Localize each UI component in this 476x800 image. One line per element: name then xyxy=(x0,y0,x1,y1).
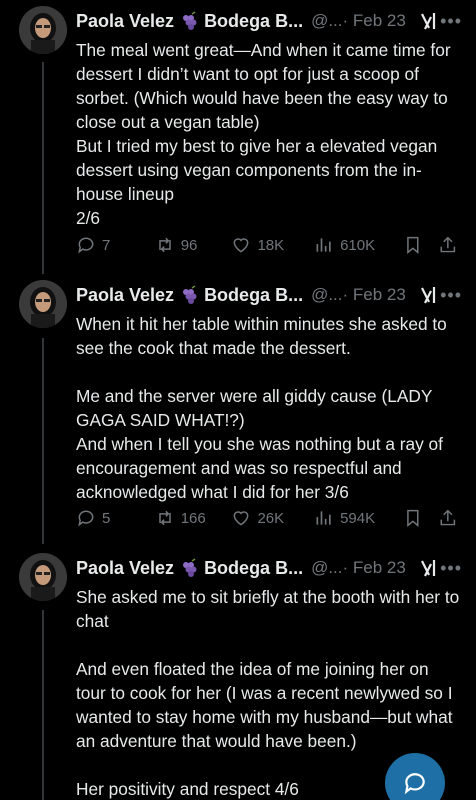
views-button[interactable]: 610K xyxy=(314,235,399,255)
like-count: 26K xyxy=(257,509,285,527)
repost-icon xyxy=(158,237,171,253)
post-date[interactable]: · Feb 23 xyxy=(343,11,406,31)
more-options-icon[interactable]: ••• xyxy=(440,11,462,32)
avatar[interactable] xyxy=(19,553,67,601)
affiliation-name[interactable]: Bodega B... xyxy=(204,558,303,579)
repost-count: 166 xyxy=(180,509,206,527)
display-name[interactable]: Paola Velez xyxy=(76,558,174,579)
post-date[interactable]: · Feb 23 xyxy=(343,285,406,305)
grok-icon[interactable] xyxy=(420,558,438,578)
like-count: 18K xyxy=(257,236,285,254)
more-options-icon[interactable]: ••• xyxy=(440,558,462,579)
grape-icon xyxy=(183,285,197,304)
affiliation-name[interactable]: Bodega B... xyxy=(204,11,303,32)
reply-count: 5 xyxy=(102,509,111,527)
avatar[interactable] xyxy=(19,280,67,328)
view-count: 594K xyxy=(340,509,376,527)
tweet-text: When it hit her table within minutes she… xyxy=(76,314,447,502)
share-icon[interactable] xyxy=(438,235,458,255)
bookmark-icon[interactable] xyxy=(403,508,423,528)
like-button[interactable]: 26K xyxy=(231,508,314,528)
grok-icon[interactable] xyxy=(420,11,438,31)
repost-button[interactable]: 166 xyxy=(155,508,232,528)
repost-count: 96 xyxy=(180,236,198,254)
grape-icon xyxy=(183,11,197,30)
reply-button[interactable]: 5 xyxy=(76,508,155,528)
view-count: 610K xyxy=(340,236,376,254)
views-icon xyxy=(316,511,331,525)
affiliation-name[interactable]: Bodega B... xyxy=(204,285,303,306)
share-icon[interactable] xyxy=(438,508,458,528)
bookmark-icon[interactable] xyxy=(403,235,423,255)
more-options-icon[interactable]: ••• xyxy=(440,285,462,306)
grape-icon xyxy=(183,558,197,577)
reply-icon xyxy=(78,510,94,527)
tweet[interactable]: Paola Velez Bodega B... @... · Feb 23 ••… xyxy=(0,6,476,264)
reply-icon xyxy=(78,237,94,254)
heart-icon xyxy=(234,511,249,526)
action-bar: 7 96 18K 610K xyxy=(76,233,458,257)
user-handle[interactable]: @... xyxy=(311,11,342,31)
post-date[interactable]: · Feb 23 xyxy=(343,558,406,578)
reply-button[interactable]: 7 xyxy=(76,235,155,255)
tweet-text: The meal went great—And when it came tim… xyxy=(76,40,451,228)
heart-icon xyxy=(234,238,249,253)
display-name[interactable]: Paola Velez xyxy=(76,285,174,306)
avatar[interactable] xyxy=(19,6,67,54)
action-bar: 5 166 26K 594K xyxy=(76,506,458,530)
reply-count: 7 xyxy=(102,236,111,254)
grok-icon[interactable] xyxy=(420,285,438,305)
user-handle[interactable]: @... xyxy=(311,285,342,305)
reply-bubble-icon xyxy=(404,773,425,795)
like-button[interactable]: 18K xyxy=(231,235,314,255)
user-handle[interactable]: @... xyxy=(311,558,342,578)
views-button[interactable]: 594K xyxy=(314,508,399,528)
repost-button[interactable]: 96 xyxy=(155,235,232,255)
tweet[interactable]: Paola Velez Bodega B... @... · Feb 23 ••… xyxy=(0,280,476,536)
repost-icon xyxy=(158,510,171,526)
views-icon xyxy=(316,238,331,252)
display-name[interactable]: Paola Velez xyxy=(76,11,174,32)
